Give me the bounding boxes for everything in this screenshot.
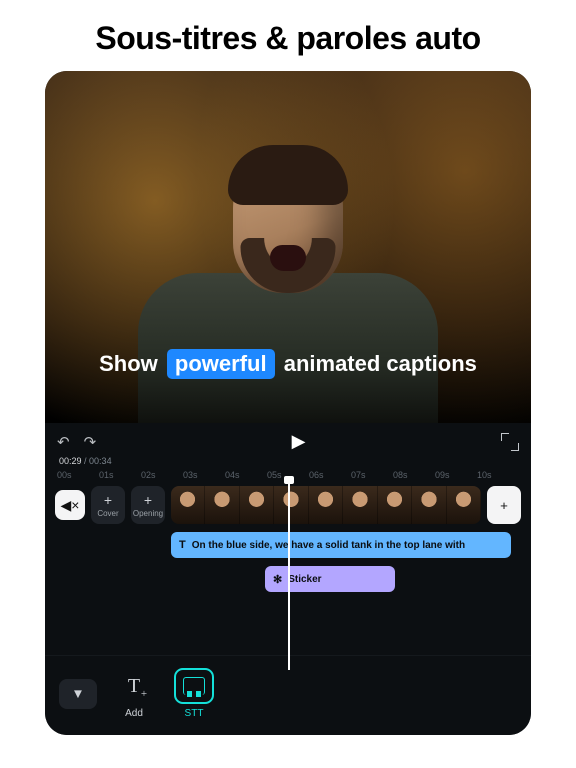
opening-label: Opening (133, 509, 163, 518)
ruler-tick: 00s (57, 470, 99, 480)
ruler-tick: 03s (183, 470, 225, 480)
clip-thumb (171, 486, 205, 524)
ruler-tick: 02s (141, 470, 183, 480)
ruler-tick: 08s (393, 470, 435, 480)
transport-bar: ↶ ↷ ▶ (45, 423, 531, 456)
cover-button[interactable]: + Cover (91, 486, 125, 524)
stt-tool[interactable]: STT (171, 668, 217, 719)
cover-label: Cover (97, 509, 118, 518)
ruler-tick: 04s (225, 470, 267, 480)
page-title: Sous-titres & paroles auto (0, 0, 576, 71)
text-icon: T (179, 539, 186, 551)
clip-thumb (205, 486, 239, 524)
sticker-icon: ✻ (273, 573, 282, 586)
time-current: 00:29 (59, 456, 82, 466)
add-text-label: Add (125, 708, 143, 719)
caption-text-pre: Show (99, 351, 158, 376)
caption-overlay: Show powerful animated captions (45, 349, 531, 379)
clip-thumb (447, 486, 481, 524)
sticker-layer[interactable]: ✻ Sticker (265, 566, 395, 592)
plus-icon: + (500, 498, 508, 513)
editor-frame: Show powerful animated captions ↶ ↷ ▶ 00… (45, 71, 531, 735)
clip[interactable] (171, 486, 481, 524)
ruler-tick: 06s (309, 470, 351, 480)
fullscreen-button[interactable] (501, 433, 519, 451)
add-clip-button[interactable]: + (487, 486, 521, 524)
clip-thumb (309, 486, 343, 524)
chevron-down-icon: ▼ (71, 686, 84, 701)
clip-thumb (274, 486, 308, 524)
redo-button[interactable]: ↷ (84, 433, 97, 451)
sticker-layer-text: Sticker (288, 574, 321, 585)
ruler-tick: 01s (99, 470, 141, 480)
timeline[interactable]: ◀× + Cover + Opening (45, 486, 531, 600)
ruler-tick: 09s (435, 470, 477, 480)
clip-thumb (240, 486, 274, 524)
caption-layer-text: On the blue side, we have a solid tank i… (192, 540, 465, 551)
mute-button[interactable]: ◀× (55, 490, 85, 520)
ruler-tick: 07s (351, 470, 393, 480)
stt-icon (183, 677, 205, 695)
playhead[interactable] (288, 480, 290, 670)
clip-thumb (378, 486, 412, 524)
opening-button[interactable]: + Opening (131, 486, 165, 524)
video-preview[interactable]: Show powerful animated captions (45, 71, 531, 423)
plus-icon: + (144, 493, 152, 507)
timecode: 00:29 / 00:34 (45, 456, 531, 466)
caption-layer[interactable]: T On the blue side, we have a solid tank… (171, 532, 511, 558)
collapse-button[interactable]: ▼ (59, 679, 97, 709)
undo-button[interactable]: ↶ (57, 433, 70, 451)
clip-thumb (343, 486, 377, 524)
caption-text-post: animated captions (284, 351, 477, 376)
time-total: 00:34 (89, 456, 112, 466)
mute-icon: ◀× (61, 497, 80, 514)
add-text-tool[interactable]: T Add (111, 668, 157, 719)
plus-icon: + (104, 493, 112, 507)
caption-highlight: powerful (167, 349, 275, 379)
ruler-tick: 10s (477, 470, 519, 480)
clip-thumb (412, 486, 446, 524)
add-text-icon: T (128, 675, 140, 698)
stt-label: STT (185, 708, 204, 719)
play-button[interactable]: ▶ (292, 431, 306, 452)
